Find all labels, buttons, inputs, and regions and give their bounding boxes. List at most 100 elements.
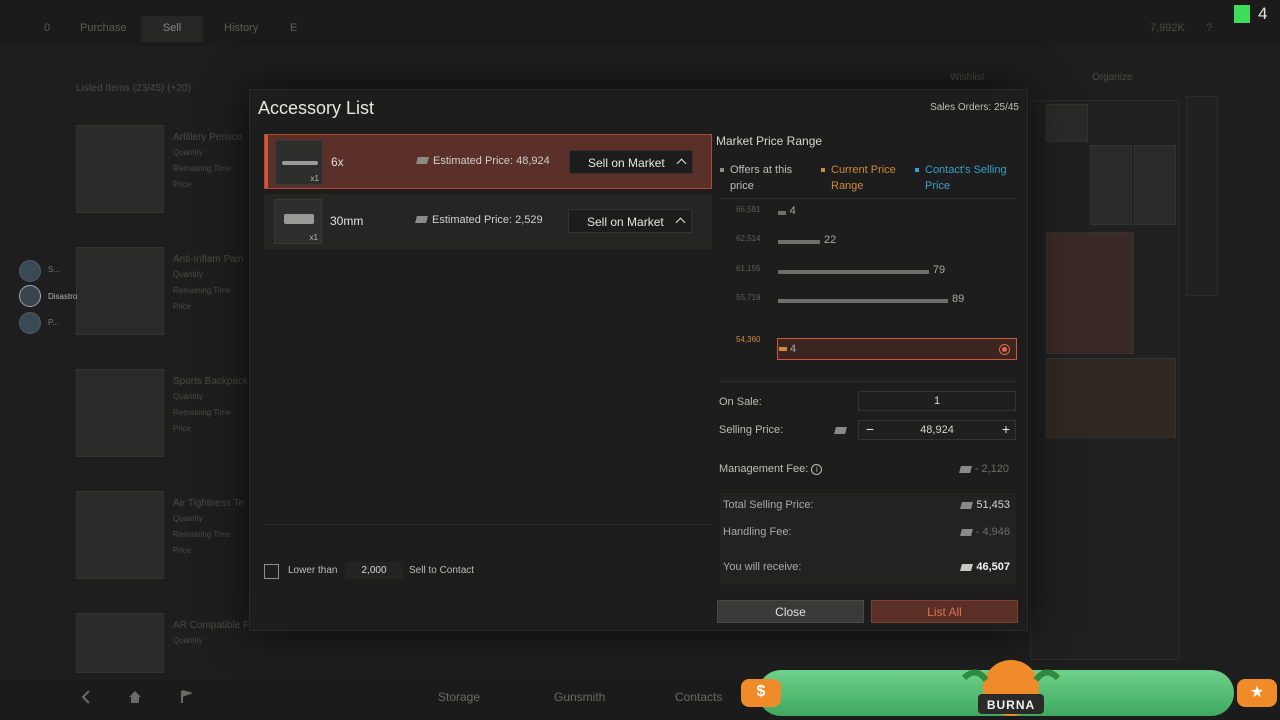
item-row-30mm[interactable]: x1 30mm Estimated Price: 2,529 Sell on M… — [264, 194, 712, 249]
lower-than-input[interactable]: 2,000 — [345, 562, 403, 579]
tab-e[interactable]: E — [276, 16, 311, 42]
organize-button[interactable]: Organize — [1092, 72, 1133, 83]
nav-storage[interactable]: Storage — [438, 690, 480, 704]
market-price-chart: 66,591 4 62,514 22 61,155 79 55,719 89 54,360 4 — [716, 200, 1018, 380]
stash-item[interactable] — [1134, 145, 1176, 225]
brand-name: BURNA — [986, 698, 1036, 712]
price-bar — [779, 347, 787, 352]
selected-radio-icon[interactable] — [999, 344, 1010, 356]
selling-price-label: Selling Price: — [719, 424, 784, 436]
contact-avatar[interactable] — [19, 260, 41, 282]
nav-gunsmith[interactable]: Gunsmith — [554, 690, 605, 704]
divider — [264, 524, 712, 525]
card-line: Quantity — [173, 636, 203, 645]
lower-than-checkbox[interactable] — [264, 564, 279, 579]
handling-fee-value: - 4,946 — [959, 526, 1010, 538]
price-tick-label: 54,360 — [736, 335, 761, 345]
market-price-range-title: Market Price Range — [716, 134, 823, 148]
item-qty: x1 — [310, 174, 319, 183]
bar-value-label: 4 — [789, 205, 796, 217]
card-title: AR Compatible F — [173, 620, 250, 631]
price-tick-label: 55,719 — [736, 292, 761, 302]
home-icon[interactable] — [128, 690, 142, 707]
chevron-up-icon — [676, 158, 687, 169]
nav-contacts[interactable]: Contacts — [675, 690, 722, 704]
item-thumbnail: x1 — [274, 199, 322, 244]
divider — [720, 549, 1016, 550]
contact-avatar[interactable] — [19, 312, 41, 334]
bar-value-label: 89 — [952, 292, 965, 305]
legend-dot — [915, 168, 919, 172]
sell-on-market-button[interactable]: Sell on Market — [569, 150, 693, 174]
price-tick-label: 62,514 — [736, 234, 761, 244]
close-button[interactable]: Close — [717, 600, 864, 623]
card-line: Price — [173, 180, 192, 189]
price-bar — [778, 269, 929, 274]
tab-history[interactable]: History — [210, 16, 272, 42]
currency-icon — [834, 427, 847, 434]
wishlist-button[interactable]: Wishlist — [950, 72, 984, 83]
stash-item[interactable] — [1046, 104, 1088, 142]
card-line: Remaining Time — [173, 530, 231, 539]
estimated-price: Estimated Price: 48,924 — [416, 155, 550, 167]
currency-icon — [959, 528, 973, 536]
total-selling-value: 51,453 — [960, 499, 1010, 511]
selling-price-value[interactable]: 48,924 — [920, 424, 954, 436]
contact-name: Disastro — [48, 292, 78, 301]
card-line: Price — [173, 546, 192, 555]
flag-icon[interactable] — [180, 690, 194, 707]
card-line: Quantity — [173, 514, 203, 523]
card-line: Quantity — [173, 392, 203, 401]
tab-0[interactable]: 0 — [30, 16, 64, 42]
tab-purchase[interactable]: Purchase — [66, 16, 140, 42]
on-sale-input[interactable]: 1 — [858, 391, 1016, 411]
list-all-button[interactable]: List All — [871, 600, 1018, 623]
info-icon[interactable]: i — [811, 463, 823, 475]
dollar-icon: $ — [741, 679, 781, 707]
sell-to-contact-label: Sell to Contact — [409, 565, 475, 576]
stash-item[interactable] — [1046, 232, 1134, 354]
back-icon[interactable] — [80, 690, 92, 707]
card-thumbnail — [76, 247, 164, 335]
price-bar — [778, 298, 948, 303]
stream-counter: 4 — [1258, 4, 1268, 23]
increment-button[interactable]: + — [999, 422, 1013, 437]
stash-item[interactable] — [1090, 145, 1132, 225]
current-price-row[interactable]: 4 — [777, 338, 1017, 361]
stash-item[interactable] — [1046, 358, 1176, 438]
card-thumbnail — [76, 491, 164, 579]
you-will-receive-value: 46,507 — [960, 561, 1010, 573]
item-name: 30mm — [330, 214, 364, 228]
legend-dot — [821, 168, 825, 172]
currency-icon — [416, 157, 429, 164]
handling-fee-label: Handling Fee: — [723, 526, 792, 538]
price-tick-label: 66,591 — [736, 205, 761, 214]
price-bar — [778, 240, 821, 245]
card-line: Remaining Time — [173, 408, 231, 417]
mount-icon — [284, 214, 314, 224]
currency-icon — [415, 216, 428, 223]
divider — [720, 198, 1016, 199]
sell-on-market-button[interactable]: Sell on Market — [568, 209, 692, 233]
item-name: 6x — [331, 155, 344, 169]
card-line: Remaining Time — [173, 286, 231, 295]
price-summary: Total Selling Price: 51,453 Handling Fee… — [720, 493, 1016, 585]
management-fee-value: - 2,120 — [958, 463, 1009, 475]
you-will-receive-label: You will receive: — [723, 561, 802, 573]
item-row-6x[interactable]: x1 6x Estimated Price: 48,924 Sell on Ma… — [264, 134, 712, 189]
contact-avatar[interactable] — [19, 285, 41, 307]
card-title: Anti-Inflam Pain — [173, 254, 244, 265]
sales-orders-count: Sales Orders: 25/45 — [930, 102, 1019, 113]
card-line: Price — [173, 424, 192, 433]
tab-sell[interactable]: Sell — [141, 16, 203, 42]
decrement-button[interactable]: − — [863, 422, 877, 437]
card-thumbnail — [76, 613, 164, 673]
help-icon[interactable]: ? — [1206, 22, 1212, 34]
star-icon: ★ — [1237, 679, 1277, 707]
contact-name: P... — [48, 318, 59, 327]
legend-offers: Offers at this price — [720, 162, 810, 194]
card-line: Quantity — [173, 148, 203, 157]
divider — [720, 381, 1016, 382]
selling-price-stepper[interactable]: − 48,924 + — [858, 420, 1016, 440]
card-title: Air Tightness Te — [173, 498, 244, 509]
